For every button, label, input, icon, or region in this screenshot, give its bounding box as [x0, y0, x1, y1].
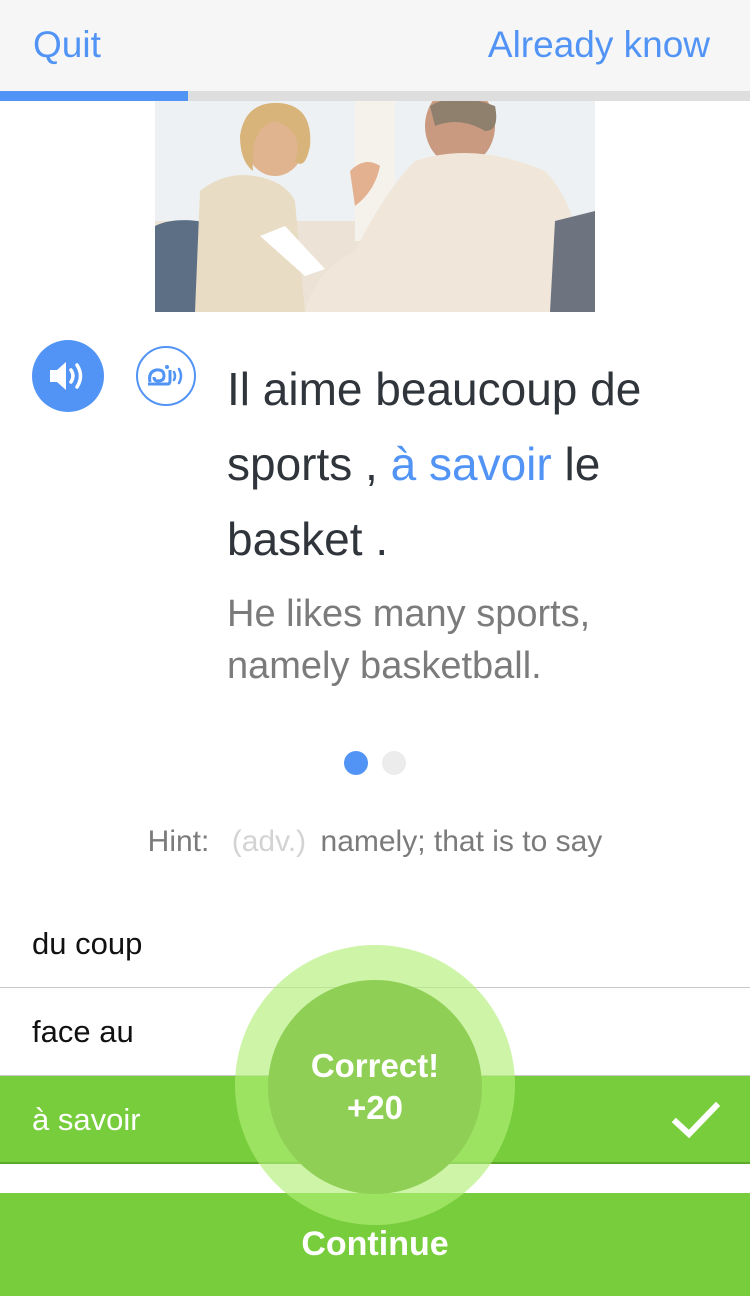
snail-icon — [148, 365, 183, 386]
navbar: Quit Already know — [0, 0, 750, 91]
checkmark-icon — [672, 1101, 720, 1139]
sentence-word[interactable]: Il — [227, 363, 250, 415]
answer-option-label: du coup — [32, 926, 143, 961]
hint-part-of-speech: (adv.) — [231, 825, 307, 858]
sentence-word[interactable]: de — [590, 363, 642, 415]
answer-option-label: à savoir — [32, 1102, 141, 1137]
quit-button[interactable]: Quit — [33, 22, 101, 68]
sentence-word[interactable]: beaucoup — [375, 363, 578, 415]
french-sentence: Il aime beaucoup de sports , à savoir le… — [227, 352, 707, 577]
progress-fill — [0, 91, 188, 101]
page-dot[interactable] — [382, 751, 406, 775]
speaker-icon — [50, 362, 83, 390]
sentence-word[interactable]: basket — [227, 513, 363, 565]
result-badge: Correct! +20 — [268, 980, 482, 1194]
result-points: +20 — [347, 1089, 403, 1126]
page-dot[interactable] — [344, 751, 368, 775]
play-audio-button[interactable] — [32, 340, 104, 412]
hint-label: Hint: — [147, 825, 210, 858]
sentence-word-target[interactable]: à — [390, 438, 417, 490]
lesson-progress-bar — [0, 91, 750, 101]
sentence-word[interactable]: sports — [227, 438, 353, 490]
english-translation: He likes many sports, namely basketball. — [227, 593, 591, 687]
hint-text: namely; that is to say — [320, 825, 603, 858]
play-slow-audio-button[interactable] — [136, 346, 196, 406]
sentence-word[interactable]: aime — [262, 363, 363, 415]
sentence-punctuation: . — [375, 513, 389, 565]
lesson-photo — [155, 101, 595, 312]
result-title: Correct! — [310, 1047, 440, 1084]
answer-option-label: face au — [32, 1014, 134, 1049]
sentence-punctuation: , — [365, 438, 378, 490]
hint: Hint: (adv.) namely; that is to say — [0, 822, 750, 862]
sentence-word-target[interactable]: savoir — [428, 438, 552, 490]
photo-illustration — [155, 101, 595, 312]
already-know-button[interactable]: Already know — [488, 22, 710, 68]
page-indicator — [344, 751, 406, 775]
sentence-word[interactable]: le — [564, 438, 601, 490]
